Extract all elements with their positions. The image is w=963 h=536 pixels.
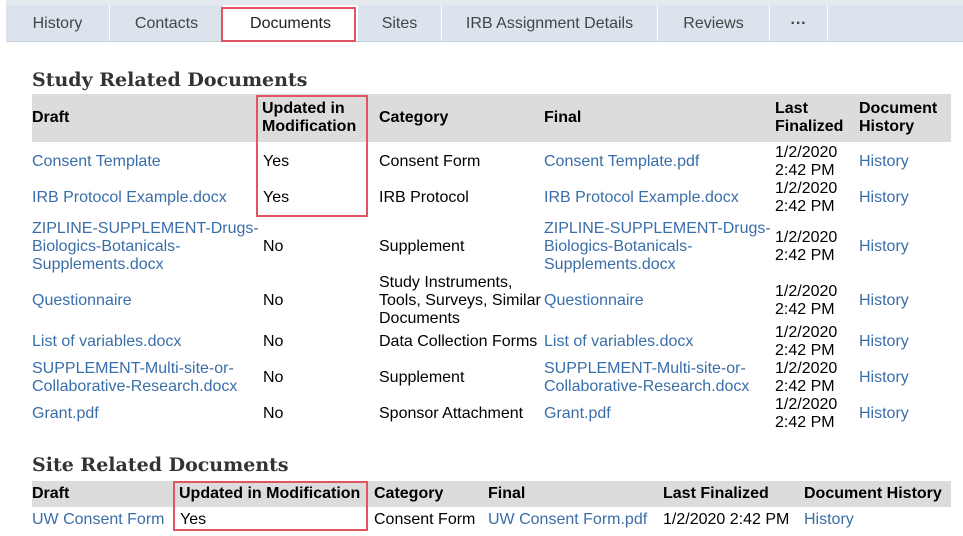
updated-value: Yes: [263, 153, 290, 170]
history-link[interactable]: History: [859, 333, 909, 351]
category-value: Supplement: [379, 369, 465, 386]
history-link[interactable]: History: [859, 369, 909, 387]
site-updated-value: Yes: [180, 511, 207, 528]
updated-value: Yes: [263, 189, 290, 206]
last-finalized-value: 1/2/2020 2:42 PM: [775, 283, 838, 318]
draft-link[interactable]: ZIPLINE-SUPPLEMENT-Drugs- Biologics-Botan…: [32, 220, 259, 274]
updated-value: No: [263, 333, 284, 350]
col-category: Category: [379, 109, 449, 126]
final-link[interactable]: ZIPLINE-SUPPLEMENT-Drugs- Biologics-Botan…: [544, 220, 771, 274]
site-col-updated: Updated in Modification: [179, 485, 361, 502]
history-link[interactable]: History: [859, 292, 909, 310]
final-link[interactable]: Consent Template.pdf: [544, 153, 699, 171]
study-docs-title: Study Related Documents: [32, 69, 308, 91]
draft-link[interactable]: Grant.pdf: [32, 405, 99, 423]
col-document-history: Document History: [859, 100, 938, 135]
more-tabs-icon[interactable]: ···: [770, 5, 828, 41]
final-link[interactable]: Questionnaire: [544, 292, 644, 310]
site-category-value: Consent Form: [374, 511, 476, 528]
updated-value: No: [263, 405, 284, 422]
draft-link[interactable]: IRB Protocol Example.docx: [32, 189, 227, 207]
tab-contacts[interactable]: Contacts: [110, 5, 224, 41]
final-link[interactable]: List of variables.docx: [544, 333, 693, 351]
col-last-finalized: Last Finalized: [775, 100, 844, 135]
last-finalized-value: 1/2/2020 2:42 PM: [775, 360, 838, 395]
history-link[interactable]: History: [859, 153, 909, 171]
category-value: IRB Protocol: [379, 189, 469, 206]
site-final-link[interactable]: UW Consent Form.pdf: [488, 511, 647, 529]
site-col-document-history: Document History: [804, 485, 942, 502]
draft-link[interactable]: Questionnaire: [32, 292, 132, 310]
tab-irb-assignment-details[interactable]: IRB Assignment Details: [442, 5, 658, 41]
final-link[interactable]: Grant.pdf: [544, 405, 611, 423]
last-finalized-value: 1/2/2020 2:42 PM: [775, 324, 838, 359]
category-value: Consent Form: [379, 153, 481, 170]
history-link[interactable]: History: [859, 189, 909, 207]
last-finalized-value: 1/2/2020 2:42 PM: [775, 396, 838, 431]
updated-value: No: [263, 238, 284, 255]
site-col-draft: Draft: [32, 485, 70, 502]
updated-value: No: [263, 369, 284, 386]
tab-reviews[interactable]: Reviews: [658, 5, 770, 41]
site-draft-link[interactable]: UW Consent Form: [32, 511, 164, 529]
site-col-last-finalized: Last Finalized: [663, 485, 769, 502]
category-value: Study Instruments, Tools, Surveys, Simila…: [379, 274, 541, 327]
tab-sites[interactable]: Sites: [358, 5, 442, 41]
site-col-final: Final: [488, 485, 526, 502]
site-last-finalized-value: 1/2/2020 2:42 PM: [663, 511, 790, 528]
col-final: Final: [544, 109, 582, 126]
tab-history[interactable]: History: [6, 5, 110, 41]
final-link[interactable]: SUPPLEMENT-Multi-site-or- Collaborative-R…: [544, 360, 749, 396]
history-link[interactable]: History: [859, 238, 909, 256]
draft-link[interactable]: SUPPLEMENT-Multi-site-or- Collaborative-R…: [32, 360, 237, 396]
site-docs-title: Site Related Documents: [32, 454, 289, 476]
last-finalized-value: 1/2/2020 2:42 PM: [775, 229, 838, 264]
category-value: Data Collection Forms: [379, 333, 538, 350]
col-draft: Draft: [32, 109, 70, 126]
draft-link[interactable]: List of variables.docx: [32, 333, 181, 351]
draft-link[interactable]: Consent Template: [32, 153, 161, 171]
updated-value: No: [263, 292, 284, 309]
site-col-category: Category: [374, 485, 444, 502]
final-link[interactable]: IRB Protocol Example.docx: [544, 189, 739, 207]
history-link[interactable]: History: [859, 405, 909, 423]
last-finalized-value: 1/2/2020 2:42 PM: [775, 144, 838, 179]
tab-documents[interactable]: Documents: [224, 5, 358, 41]
col-updated: Updated in Modification: [262, 100, 357, 135]
category-value: Supplement: [379, 238, 465, 255]
tab-bar: History Contacts Documents Sites IRB Ass…: [6, 5, 963, 42]
last-finalized-value: 1/2/2020 2:42 PM: [775, 180, 838, 215]
category-value: Sponsor Attachment: [379, 405, 524, 422]
site-history-link[interactable]: History: [804, 511, 854, 529]
